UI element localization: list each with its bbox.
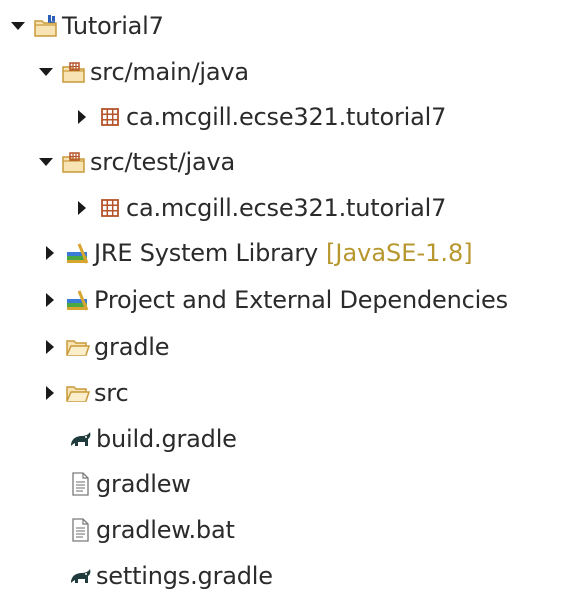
tree-item-gradlew-bat[interactable]: gradlew.bat xyxy=(66,510,235,550)
tree-item-label: settings.gradle xyxy=(96,562,273,590)
folder-icon xyxy=(64,379,92,407)
tree-item-label: Project and External Dependencies xyxy=(94,286,508,314)
tree-item-label: Tutorial7 xyxy=(62,12,164,40)
tree-item-label: build.gradle xyxy=(96,425,237,453)
tree-item-src-folder[interactable]: src xyxy=(40,373,129,413)
library-icon xyxy=(64,239,92,267)
tree-item-label: src/main/java xyxy=(90,58,249,86)
text-file-icon xyxy=(66,470,94,498)
tree-item-gradlew[interactable]: gradlew xyxy=(66,464,191,504)
folder-icon xyxy=(64,333,92,361)
project-explorer-tree: Tutorial7 src/main/java ca.mcgill.ecse32… xyxy=(0,0,574,593)
jre-version-decoration: [JavaSE-1.8] xyxy=(326,239,473,267)
tree-item-label: JRE System Library xyxy=(94,239,318,267)
chevron-down-icon[interactable] xyxy=(8,16,28,36)
tree-item-label: gradlew xyxy=(96,470,191,498)
tree-item-label: src/test/java xyxy=(90,148,235,176)
source-folder-icon xyxy=(60,58,88,86)
library-icon xyxy=(64,286,92,314)
tree-item-jre-library[interactable]: JRE System Library [JavaSE-1.8] xyxy=(40,233,473,273)
package-icon xyxy=(96,103,124,131)
chevron-right-icon[interactable] xyxy=(72,198,92,218)
package-icon xyxy=(96,194,124,222)
tree-item-label: src xyxy=(94,379,129,407)
chevron-right-icon[interactable] xyxy=(40,243,60,263)
tree-item-test-package[interactable]: ca.mcgill.ecse321.tutorial7 xyxy=(72,188,446,228)
chevron-right-icon[interactable] xyxy=(40,383,60,403)
chevron-right-icon[interactable] xyxy=(72,107,92,127)
tree-item-settings-gradle[interactable]: settings.gradle xyxy=(66,556,273,593)
tree-item-src-test-java[interactable]: src/test/java xyxy=(36,142,235,182)
chevron-right-icon[interactable] xyxy=(40,290,60,310)
chevron-right-icon[interactable] xyxy=(40,337,60,357)
chevron-down-icon[interactable] xyxy=(36,62,56,82)
tree-item-label: ca.mcgill.ecse321.tutorial7 xyxy=(126,194,447,222)
java-project-icon xyxy=(32,12,60,40)
gradle-elephant-icon xyxy=(66,562,94,590)
tree-item-dependencies[interactable]: Project and External Dependencies xyxy=(40,280,508,320)
text-file-icon xyxy=(66,516,94,544)
tree-item-gradle-folder[interactable]: gradle xyxy=(40,327,169,367)
gradle-elephant-icon xyxy=(66,425,94,453)
tree-item-label: ca.mcgill.ecse321.tutorial7 xyxy=(126,103,447,131)
chevron-down-icon[interactable] xyxy=(36,152,56,172)
tree-item-tutorial7[interactable]: Tutorial7 xyxy=(8,6,164,46)
tree-item-build-gradle[interactable]: build.gradle xyxy=(66,419,237,459)
tree-item-label: gradle xyxy=(94,333,170,361)
tree-item-main-package[interactable]: ca.mcgill.ecse321.tutorial7 xyxy=(72,97,446,137)
tree-item-src-main-java[interactable]: src/main/java xyxy=(36,52,249,92)
tree-item-label: gradlew.bat xyxy=(96,516,235,544)
source-folder-icon xyxy=(60,148,88,176)
